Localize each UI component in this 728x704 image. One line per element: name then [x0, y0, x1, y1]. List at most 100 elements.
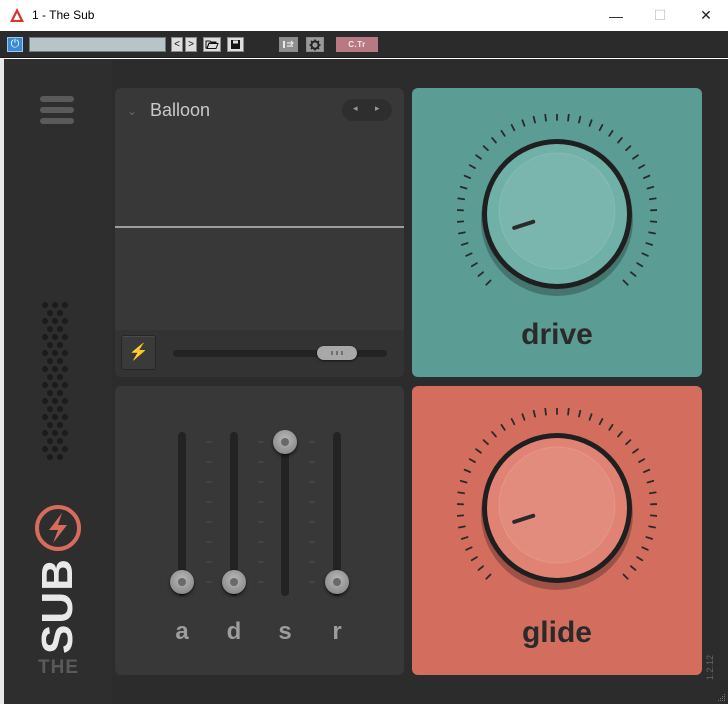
envelope-slider-s[interactable] — [273, 430, 297, 596]
drive-tick-mark — [468, 164, 476, 169]
drive-tick-mark — [629, 271, 637, 277]
glide-tick-mark — [648, 525, 656, 529]
glide-tick-mark — [532, 409, 536, 418]
chevron-down-icon[interactable]: ⌄ — [127, 104, 137, 118]
close-button[interactable]: ✕ — [683, 0, 728, 31]
close-icon: ✕ — [700, 7, 712, 23]
ctr-button[interactable]: C.Tr — [336, 37, 378, 52]
drive-tick-mark — [544, 114, 547, 122]
oscillator-slider-thumb[interactable] — [317, 346, 358, 360]
drive-tick-mark — [465, 252, 473, 257]
next-preset-button[interactable]: > — [185, 37, 197, 52]
oscillator-panel: ⌄ Balloon ◂ ▸ ⚡ — [115, 88, 404, 377]
glide-knob[interactable] — [457, 408, 657, 608]
drive-tick-mark — [608, 129, 614, 137]
glide-knob-cap — [498, 446, 616, 564]
maximize-button[interactable]: ☐ — [637, 0, 683, 31]
lightning-icon: ⚡ — [128, 344, 149, 361]
glide-tick-mark — [470, 556, 478, 562]
folder-open-icon — [205, 40, 219, 49]
glide-tick-mark — [641, 546, 649, 551]
glide-tick-mark — [646, 479, 655, 484]
envelope-slider-d[interactable] — [222, 432, 246, 596]
envelope-label-r: r — [332, 618, 342, 645]
drive-tick-mark — [482, 145, 489, 152]
glide-tick-mark — [500, 423, 506, 431]
envelope-panel: adsr — [115, 386, 404, 675]
prev-wave-button[interactable]: ◂ — [353, 103, 358, 114]
glide-tick-mark — [460, 536, 469, 540]
preset-field[interactable] — [29, 37, 166, 52]
envelope-thumb-r[interactable] — [325, 570, 349, 594]
glide-tick-mark — [648, 491, 657, 495]
drive-tick-mark — [645, 242, 654, 246]
glide-tick-mark — [567, 408, 570, 416]
drive-tick-mark — [459, 185, 468, 190]
prev-preset-button[interactable]: < — [171, 37, 183, 52]
glide-tick-mark — [608, 423, 614, 431]
drive-tick-mark — [648, 197, 657, 201]
drive-tick-mark — [463, 174, 472, 179]
drive-tick-mark — [638, 164, 646, 169]
drive-tick-mark — [532, 115, 536, 124]
envelope-label-a: a — [175, 618, 189, 645]
envelope-label-d: d — [226, 618, 242, 645]
maximize-icon: ☐ — [653, 7, 667, 23]
drive-knob[interactable] — [457, 114, 657, 314]
glide-tick-mark — [475, 448, 482, 454]
glide-tick-mark — [510, 417, 516, 426]
window-title: 1 - The Sub — [32, 8, 95, 22]
oscillator-nav: ◂ ▸ — [342, 99, 392, 121]
version-text: 1.2.12 — [705, 654, 715, 680]
open-preset-button[interactable] — [203, 37, 221, 52]
glide-tick-mark — [459, 479, 468, 484]
brand-wordmark: SUB — [33, 558, 82, 654]
oscillator-preset-name[interactable]: Balloon — [150, 100, 210, 121]
resize-grip-icon[interactable] — [716, 692, 726, 702]
glide-tick-mark — [578, 409, 582, 418]
brand-sub-text: SUB — [33, 558, 82, 654]
glide-tick-mark — [636, 556, 644, 562]
routing-button[interactable] — [279, 37, 298, 52]
glide-tick-mark — [645, 536, 654, 540]
drive-tick-mark — [641, 252, 649, 257]
waveform-display — [115, 226, 404, 228]
envelope-thumb-a[interactable] — [170, 570, 194, 594]
envelope-thumb-d[interactable] — [222, 570, 246, 594]
bolt-button[interactable]: ⚡ — [121, 335, 156, 370]
drive-tick-mark — [521, 119, 526, 127]
envelope-slider-r[interactable] — [325, 432, 349, 596]
drive-tick-mark — [477, 271, 485, 277]
settings-button[interactable] — [306, 37, 324, 52]
envelope-slider-a[interactable] — [170, 432, 194, 596]
glide-tick-mark — [463, 468, 472, 473]
glide-tick-mark — [468, 458, 476, 463]
host-toolbar: ⏻ < > C.Tr — [0, 31, 728, 58]
brand-the-text: THE — [38, 657, 79, 678]
minimize-button[interactable]: — — [593, 0, 639, 31]
gear-icon — [309, 39, 321, 51]
save-preset-button[interactable] — [227, 37, 244, 52]
drive-tick-mark — [625, 145, 632, 152]
brand-logo-icon — [35, 505, 81, 551]
envelope-scale-marks — [206, 441, 212, 591]
glide-tick-mark — [477, 565, 485, 571]
menu-icon[interactable] — [40, 96, 74, 126]
drive-tick-mark — [598, 123, 604, 132]
drive-tick-mark — [588, 119, 593, 127]
glide-tick-mark — [629, 565, 637, 571]
glide-tick-mark — [632, 448, 639, 454]
power-icon: ⏻ — [10, 38, 20, 50]
envelope-thumb-s[interactable] — [273, 430, 297, 454]
glide-tick-mark — [544, 408, 547, 416]
next-wave-button[interactable]: ▸ — [375, 103, 380, 114]
drive-tick-mark — [567, 114, 570, 122]
glide-tick-mark — [465, 546, 473, 551]
chevron-left-icon: < — [174, 39, 180, 50]
envelope-track-s[interactable] — [281, 432, 289, 596]
speaker-grille — [42, 302, 72, 462]
power-button[interactable]: ⏻ — [7, 37, 23, 52]
window-title-bar: 1 - The Sub — ☐ ✕ — [0, 0, 728, 31]
glide-tick-mark — [485, 573, 492, 580]
glide-tick-mark — [598, 417, 604, 426]
